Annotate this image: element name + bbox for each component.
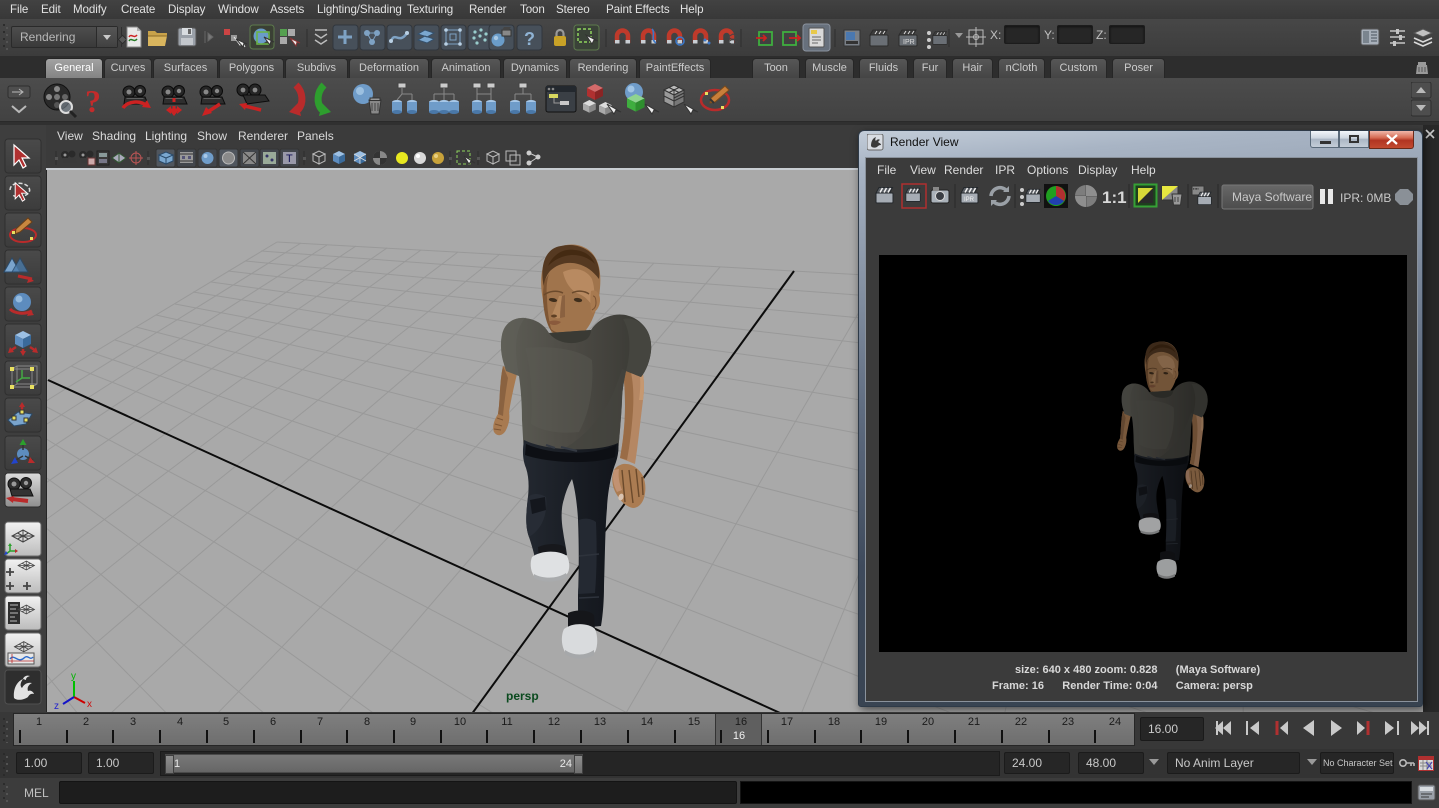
svg-text:IPR: 0MB: IPR: 0MB	[1340, 191, 1391, 205]
svg-text:T: T	[286, 153, 293, 165]
svg-text:z: z	[54, 701, 59, 712]
svg-text:IPR: IPR	[964, 197, 975, 203]
svg-text:"": ""	[1193, 187, 1199, 196]
svg-text:1:1: 1:1	[1102, 188, 1127, 207]
svg-text:y: y	[71, 671, 76, 682]
svg-text:IPR: IPR	[903, 39, 915, 46]
svg-text:?: ?	[524, 29, 535, 49]
svg-text:?: ?	[85, 83, 101, 119]
svg-text:Maya Software: Maya Software	[1232, 190, 1312, 204]
svg-text:x: x	[87, 699, 92, 710]
